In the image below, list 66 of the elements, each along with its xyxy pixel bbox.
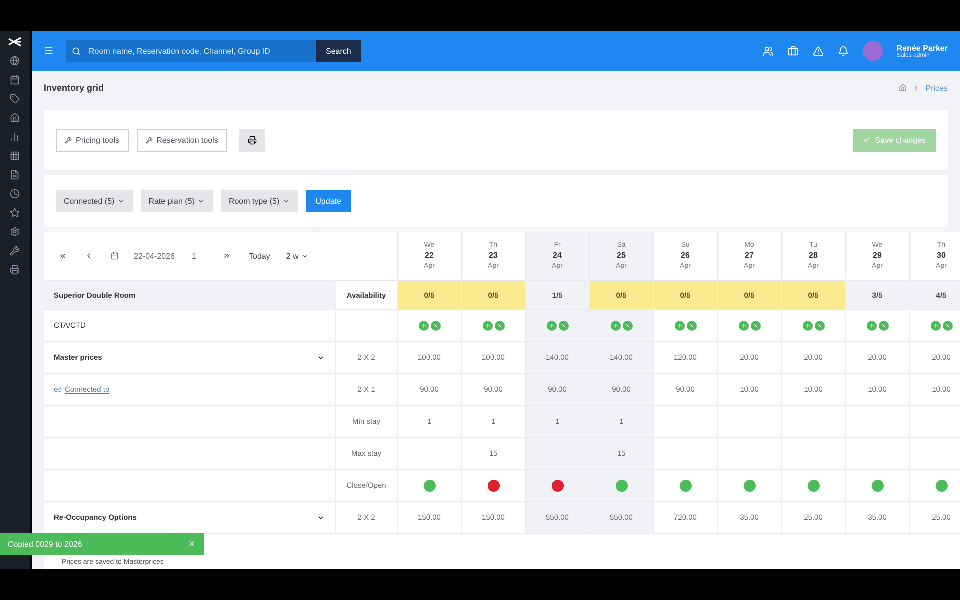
day-number: 26: [681, 250, 690, 262]
day-number: 23: [489, 250, 498, 262]
home-icon[interactable]: [10, 113, 20, 123]
filter-dropdown[interactable]: Connected (5): [56, 190, 133, 212]
caret-icon: [118, 198, 125, 204]
day-number: 25: [617, 250, 626, 262]
calendar-icon: [111, 252, 119, 260]
link-icon: [54, 386, 62, 394]
printer-icon: [248, 136, 257, 144]
cta-ctd-icon[interactable]: [674, 320, 696, 330]
filter-dropdown[interactable]: Rate plan (5): [140, 190, 213, 212]
wrench-icon[interactable]: [10, 246, 20, 256]
warning-icon[interactable]: [812, 46, 824, 56]
menu-icon[interactable]: [44, 46, 54, 56]
cta-ctd-icon[interactable]: [482, 320, 504, 330]
close-icon[interactable]: [188, 540, 196, 548]
users-icon[interactable]: [762, 46, 774, 56]
user-name: Renée Parker: [896, 44, 948, 52]
search-button[interactable]: Search: [316, 40, 362, 62]
clock-icon[interactable]: [10, 189, 20, 199]
printer-icon[interactable]: [10, 265, 20, 275]
day-number: 24: [553, 250, 562, 262]
cta-ctd-icon[interactable]: [866, 320, 888, 330]
cta-ctd-icon[interactable]: [930, 320, 952, 330]
chart-icon[interactable]: [10, 132, 20, 142]
caret-icon: [282, 198, 290, 204]
star-icon[interactable]: [10, 208, 20, 218]
wrench-icon: [146, 136, 153, 144]
cta-ctd-icon[interactable]: [802, 320, 824, 330]
grid-icon[interactable]: [10, 151, 20, 161]
tag-icon[interactable]: [10, 94, 20, 104]
search-icon: [72, 46, 81, 56]
logo-icon: [8, 37, 22, 47]
day-number: 29: [873, 250, 882, 262]
chevron-left-icon: [85, 252, 93, 260]
double-chevron-left-icon: [59, 252, 67, 260]
globe-icon[interactable]: [10, 56, 20, 66]
home-icon[interactable]: [898, 84, 907, 92]
toast-text: Copied 0029 to 2026: [8, 540, 82, 548]
update-button[interactable]: Update: [306, 190, 352, 212]
document-icon[interactable]: [10, 170, 20, 180]
caret-icon: [198, 198, 205, 204]
calendar-icon[interactable]: [10, 75, 20, 85]
cta-ctd-icon[interactable]: [546, 320, 568, 330]
search-field[interactable]: Room name, Reservation code, Channel, Group ID: [66, 40, 316, 62]
bell-icon[interactable]: [838, 46, 849, 56]
day-number: 27: [745, 250, 754, 262]
double-chevron-right-icon: [223, 252, 231, 260]
settings-icon[interactable]: [10, 227, 20, 237]
day-number: 30: [937, 250, 946, 262]
day-number: 28: [809, 250, 818, 262]
day-number: 22: [425, 250, 434, 262]
tool-button[interactable]: Pricing tools: [56, 128, 129, 152]
check-icon: [863, 136, 872, 144]
caret-icon: [302, 252, 309, 260]
search-input[interactable]: Room name, Reservation code, Channel, Group ID: [87, 46, 310, 56]
wrench-icon: [65, 136, 72, 144]
tool-button[interactable]: Reservation tools: [136, 128, 228, 152]
cta-ctd-icon[interactable]: [418, 320, 440, 330]
chevron-right-icon: [912, 84, 920, 92]
page-title: Inventory grid: [44, 83, 104, 93]
print-button[interactable]: [239, 128, 266, 152]
briefcase-icon[interactable]: [788, 46, 799, 56]
filter-dropdown[interactable]: Room type (5): [220, 190, 298, 212]
cta-ctd-icon[interactable]: [610, 320, 632, 330]
cta-ctd-icon[interactable]: [738, 320, 760, 330]
